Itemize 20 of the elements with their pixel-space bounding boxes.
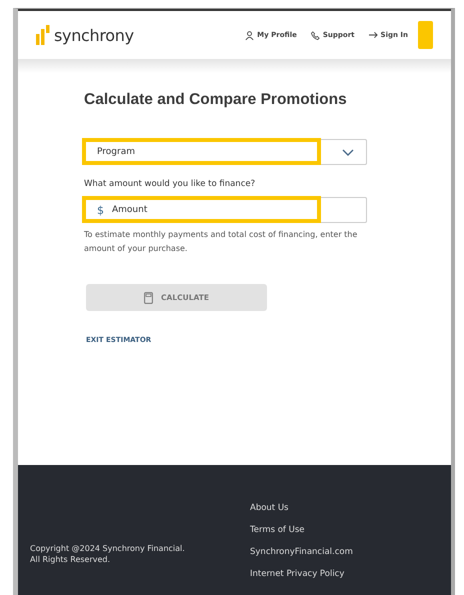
footer-link[interactable]: Terms of Use	[250, 525, 353, 535]
field-label: What amount would you like to finance?	[84, 179, 256, 189]
select-placeholder: Program	[97, 147, 135, 157]
footer-link[interactable]: About Us	[250, 503, 353, 513]
menu-tab[interactable]	[418, 21, 433, 49]
chevron-down-icon	[342, 148, 354, 156]
footer-link[interactable]: Internet Privacy Policy	[250, 569, 353, 579]
page-title: Calculate and Compare Promotions	[84, 91, 348, 109]
calculator-icon	[144, 292, 154, 304]
footer-link[interactable]: SynchronyFinancial.com	[250, 547, 353, 557]
phone-icon	[310, 30, 320, 40]
arrow-icon	[368, 31, 378, 39]
amount-placeholder: Amount	[112, 205, 148, 215]
currency-symbol: $	[97, 204, 104, 216]
logo-text[interactable]: synchrony	[54, 26, 134, 44]
logo-icon	[36, 25, 50, 45]
person-icon	[245, 30, 254, 40]
copyright-text: Copyright @2024 Synchrony Financial.	[30, 543, 186, 554]
help-text: To estimate monthly payments and total cost of financing, enter the amount of your purchase.	[84, 229, 358, 255]
copyright-text: All Rights Reserved.	[30, 554, 112, 565]
